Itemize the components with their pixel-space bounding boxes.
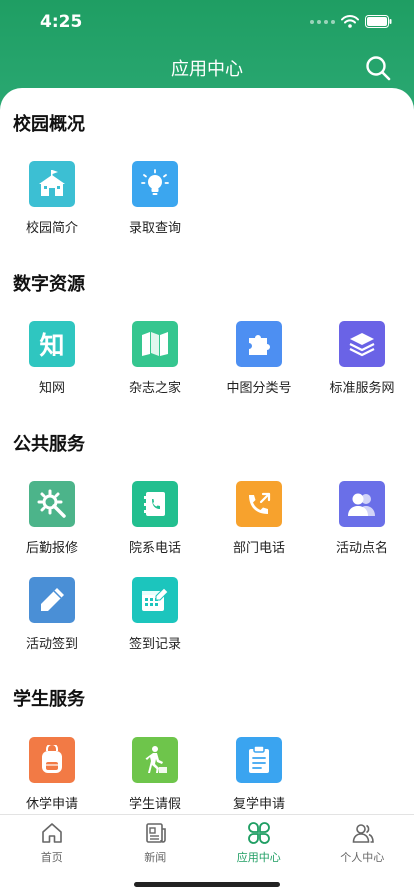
school-icon	[29, 161, 75, 207]
app-label: 中图分类号	[226, 381, 292, 396]
tab-news[interactable]: 新闻	[104, 815, 208, 867]
wifi-icon	[341, 15, 359, 28]
app-cnki[interactable]: 知 知网	[0, 321, 104, 401]
app-department-phone[interactable]: 院系电话	[103, 481, 207, 561]
tab-label: 个人中心	[340, 851, 385, 864]
lightbulb-icon	[132, 161, 178, 207]
user-icon	[352, 824, 374, 843]
zhi-icon: 知	[29, 321, 75, 367]
repair-icon	[29, 481, 75, 527]
app-label: 复学申请	[232, 797, 285, 812]
app-label: 休学申请	[25, 797, 78, 812]
home-indicator[interactable]	[134, 882, 280, 887]
clipboard-icon	[236, 737, 282, 783]
app-label: 知网	[38, 381, 65, 396]
tab-label: 新闻	[144, 851, 167, 864]
app-label: 杂志之家	[128, 381, 181, 396]
app-logistics-repair[interactable]: 后勤报修	[0, 481, 104, 561]
app-label: 校园简介	[25, 221, 78, 236]
apps-icon	[248, 822, 270, 844]
app-center-content[interactable]: 校园概况 校园简介 录取查询 数字资源 知 知网 杂志之家 中图分类号 标准服务…	[0, 88, 414, 814]
pencil-icon	[29, 577, 75, 623]
tab-label: 首页	[40, 851, 63, 864]
section-title: 数字资源	[13, 274, 85, 295]
phone-icon	[236, 481, 282, 527]
app-campus-intro[interactable]: 校园简介	[0, 161, 104, 241]
status-time: 4:25	[40, 12, 83, 32]
app-classification-number[interactable]: 中图分类号	[207, 321, 311, 401]
app-checkin-records[interactable]: 签到记录	[103, 577, 207, 657]
layers-icon	[339, 321, 385, 367]
app-admission-query[interactable]: 录取查询	[103, 161, 207, 241]
app-label: 学生请假	[128, 797, 181, 812]
puzzle-icon	[236, 321, 282, 367]
app-activity-checkin[interactable]: 活动签到	[0, 577, 104, 657]
app-label: 后勤报修	[25, 541, 78, 556]
app-magazine-home[interactable]: 杂志之家	[103, 321, 207, 401]
app-standard-service[interactable]: 标准服务网	[310, 321, 414, 401]
book-icon	[132, 321, 178, 367]
signal-icon	[310, 19, 335, 24]
app-office-phone[interactable]: 部门电话	[207, 481, 311, 561]
tab-profile[interactable]: 个人中心	[311, 815, 414, 867]
section-title: 学生服务	[13, 689, 85, 710]
news-icon	[145, 823, 166, 843]
section-title: 校园概况	[13, 114, 85, 135]
zhi-icon-text: 知	[39, 331, 65, 360]
app-label: 签到记录	[128, 637, 181, 652]
backpack-icon	[29, 737, 75, 783]
app-suspension-application[interactable]: 休学申请	[0, 737, 104, 814]
app-label: 标准服务网	[329, 381, 395, 396]
app-student-leave[interactable]: 学生请假	[103, 737, 207, 814]
phonebook-icon	[132, 481, 178, 527]
tab-app-center[interactable]: 应用中心	[207, 815, 311, 867]
tab-home[interactable]: 首页	[0, 815, 104, 867]
calendar-icon	[132, 577, 178, 623]
app-label: 院系电话	[128, 541, 181, 556]
tab-label: 应用中心	[236, 851, 281, 864]
search-icon	[366, 56, 391, 81]
app-resume-study[interactable]: 复学申请	[207, 737, 311, 814]
search-button[interactable]	[364, 54, 392, 82]
home-icon	[42, 823, 62, 843]
battery-icon	[365, 15, 392, 28]
status-icons	[310, 15, 392, 28]
section-title: 公共服务	[13, 434, 85, 455]
app-activity-rollcall[interactable]: 活动点名	[310, 481, 414, 561]
app-label: 活动点名	[335, 541, 388, 556]
status-bar: 4:25	[0, 0, 414, 44]
page-title: 应用中心	[171, 59, 243, 80]
app-label: 活动签到	[25, 637, 78, 652]
app-label: 部门电话	[232, 541, 285, 556]
people-icon	[339, 481, 385, 527]
walking-icon	[132, 737, 178, 783]
app-label: 录取查询	[128, 221, 181, 236]
